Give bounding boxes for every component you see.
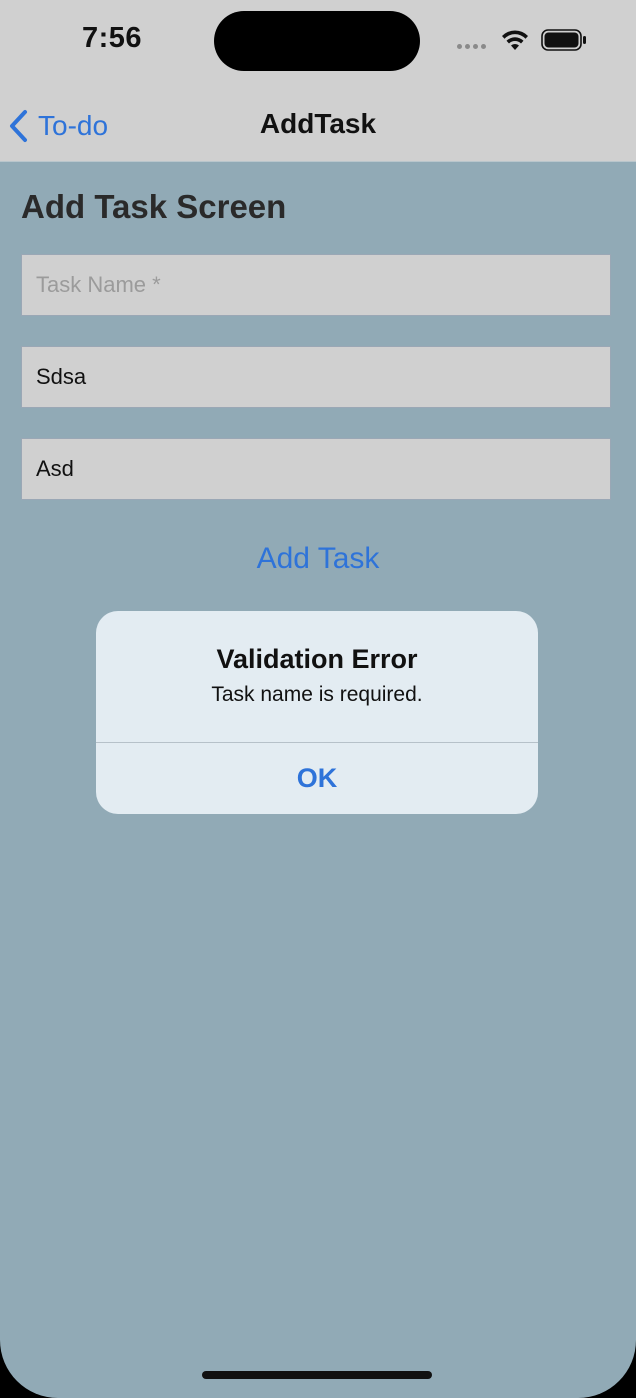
task-description-input[interactable] (21, 346, 611, 408)
status-time: 7:56 (82, 22, 143, 54)
validation-alert: Validation Error Task name is required. … (96, 611, 538, 814)
alert-message: Task name is required. (211, 683, 423, 706)
cellular-signal-icon (457, 44, 486, 49)
task-name-input[interactable] (21, 254, 611, 316)
add-task-button[interactable]: Add Task (0, 542, 636, 576)
dynamic-island (214, 11, 420, 71)
alert-ok-button[interactable]: OK (96, 743, 538, 814)
page-title: AddTask (259, 108, 377, 139)
home-indicator[interactable] (202, 1371, 432, 1379)
battery-icon (541, 29, 586, 51)
wifi-icon (502, 30, 528, 50)
task-details-input[interactable] (21, 438, 611, 500)
alert-title: Validation Error (216, 644, 418, 674)
phone-screen: 7:56 To-do AddTask Add Task Screen Add T… (0, 0, 636, 1398)
navigation-bar: 7:56 To-do AddTask (0, 0, 636, 162)
screen-heading: Add Task Screen (21, 188, 287, 225)
